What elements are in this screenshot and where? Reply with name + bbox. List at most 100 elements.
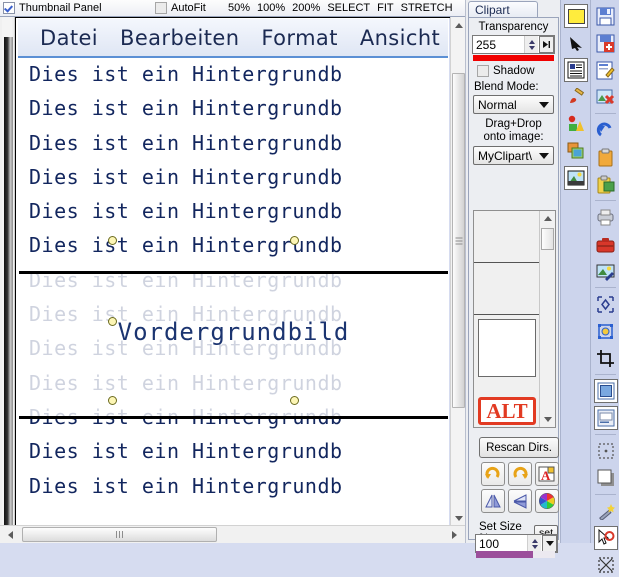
- scroll-up-button[interactable]: [451, 17, 466, 33]
- stretch-button[interactable]: STRETCH: [401, 2, 453, 14]
- clipart-panel-body: Transparency 255 Shadow Blend Mode: Norm…: [468, 17, 559, 558]
- paintbrush-button[interactable]: [564, 85, 588, 109]
- clipart-tab[interactable]: Clipart: [468, 1, 538, 18]
- tools-rail-secondary: [590, 0, 619, 573]
- scroll-down-button[interactable]: [451, 510, 466, 526]
- marquee-button[interactable]: [594, 439, 618, 463]
- canvas-vertical-scrollbar[interactable]: [450, 17, 466, 526]
- paintbrush-icon: [570, 88, 585, 103]
- transparency-stepper[interactable]: [524, 36, 538, 53]
- crop-icon: [597, 349, 614, 367]
- delete-image-icon: [596, 89, 615, 104]
- cursor-red-button[interactable]: [593, 526, 618, 550]
- crop-button[interactable]: [594, 346, 618, 370]
- fit-button[interactable]: FIT: [377, 2, 394, 14]
- clipart-list[interactable]: ALT: [473, 210, 556, 428]
- list-item[interactable]: [474, 211, 540, 263]
- size-dropdown-button[interactable]: [542, 535, 557, 552]
- blend-mode-select[interactable]: Normal: [473, 95, 554, 114]
- undo-button[interactable]: [594, 118, 618, 142]
- zoom-200-button[interactable]: 200%: [292, 2, 320, 14]
- blend-mode-row: Blend Mode:: [474, 81, 558, 93]
- autofit-checkbox[interactable]: [155, 2, 167, 14]
- list-item[interactable]: ALT: [474, 367, 540, 425]
- canvas-horizontal-scrollbar[interactable]: [0, 525, 465, 543]
- caption-button[interactable]: [593, 406, 618, 430]
- color-swatch-button[interactable]: [564, 4, 588, 28]
- delete-image-button[interactable]: [594, 85, 618, 109]
- transform-button[interactable]: [594, 292, 618, 316]
- text-document-button[interactable]: [564, 58, 588, 82]
- rescan-dirs-button[interactable]: Rescan Dirs.: [479, 437, 559, 458]
- transform-icon: [597, 295, 614, 313]
- thumbnail-panel-checkbox[interactable]: [3, 2, 15, 14]
- text-color-button[interactable]: A: [535, 462, 559, 486]
- rail-divider: [595, 113, 616, 114]
- shadow-box-button[interactable]: [594, 466, 618, 490]
- rotate-ccw-button[interactable]: [508, 462, 532, 486]
- select-button[interactable]: SELECT: [327, 2, 370, 14]
- save-add-button[interactable]: [594, 31, 618, 55]
- rotate-cw-button[interactable]: [481, 462, 505, 486]
- frame-button[interactable]: [593, 379, 618, 403]
- vertical-scroll-thumb[interactable]: [452, 73, 465, 408]
- flip-horizontal-button[interactable]: [481, 489, 505, 513]
- thumbnail-panel-label: Thumbnail Panel: [19, 2, 102, 14]
- transparency-field[interactable]: 255: [472, 35, 555, 54]
- chevron-down-icon: [539, 101, 549, 108]
- pointer-button[interactable]: [564, 31, 588, 55]
- image-button[interactable]: [564, 166, 588, 190]
- foreground-clipart-overlay[interactable]: Vordergrundbild: [19, 271, 448, 419]
- toolbox-button[interactable]: [594, 232, 618, 256]
- caption-icon: [597, 409, 614, 427]
- rotate-ccw-icon: [513, 466, 528, 479]
- horizontal-scroll-thumb[interactable]: [22, 527, 217, 542]
- shadow-checkbox[interactable]: [477, 65, 489, 77]
- zoom-50-button[interactable]: 50%: [228, 2, 250, 14]
- selection-handle-top-center[interactable]: [290, 236, 299, 245]
- clipart-folder-select[interactable]: MyClipart\: [473, 146, 554, 165]
- chevron-up-icon: [543, 216, 552, 221]
- size-stepper[interactable]: [527, 535, 541, 552]
- save-button[interactable]: [594, 4, 618, 28]
- clipart-scroll-down[interactable]: [540, 412, 555, 427]
- image-effects-button[interactable]: [594, 259, 618, 283]
- selection-handle-bottom-center[interactable]: [290, 396, 299, 405]
- scroll-right-button[interactable]: [446, 526, 463, 543]
- paste-button[interactable]: [594, 172, 618, 196]
- selection-handle-bottom-left[interactable]: [108, 396, 117, 405]
- undo-icon: [596, 122, 612, 136]
- scroll-grip-icon: [455, 235, 462, 246]
- image-canvas[interactable]: Datei Bearbeiten Format Ansicht Dies ist…: [15, 17, 449, 526]
- layers-button[interactable]: [564, 139, 588, 163]
- transparency-bar[interactable]: [473, 55, 554, 61]
- clipboard-icon: [598, 148, 613, 166]
- clipart-scroll-thumb[interactable]: [541, 228, 554, 250]
- chevron-down-icon: [543, 417, 552, 422]
- clipart-scroll-up[interactable]: [540, 211, 555, 226]
- rail-divider: [595, 434, 616, 435]
- scroll-left-button[interactable]: [2, 526, 19, 543]
- save-add-icon: [596, 34, 615, 52]
- list-item[interactable]: [474, 315, 540, 377]
- flip-vertical-button[interactable]: [508, 489, 532, 513]
- edit-button[interactable]: [594, 58, 618, 82]
- deselect-button[interactable]: [594, 553, 618, 577]
- transparency-apply-button[interactable]: [539, 36, 554, 53]
- thumbnail-strip[interactable]: [4, 37, 13, 537]
- shapes-button[interactable]: [564, 112, 588, 136]
- chevron-right-icon: [452, 530, 457, 539]
- selection-handle-top-left[interactable]: [108, 236, 117, 245]
- thumbnail-panel-scrollbar[interactable]: [0, 17, 15, 537]
- list-item[interactable]: [474, 263, 540, 315]
- rail-divider: [595, 287, 616, 288]
- color-wheel-button[interactable]: [535, 489, 559, 513]
- clipart-list-scrollbar[interactable]: [539, 211, 555, 427]
- resize-button[interactable]: [594, 319, 618, 343]
- zoom-100-button[interactable]: 100%: [257, 2, 285, 14]
- magic-wand-icon: [598, 504, 615, 520]
- clipboard-button[interactable]: [594, 145, 618, 169]
- printer-button[interactable]: [594, 205, 618, 229]
- selection-handle-middle-left[interactable]: [108, 317, 117, 326]
- magic-wand-button[interactable]: [594, 499, 618, 523]
